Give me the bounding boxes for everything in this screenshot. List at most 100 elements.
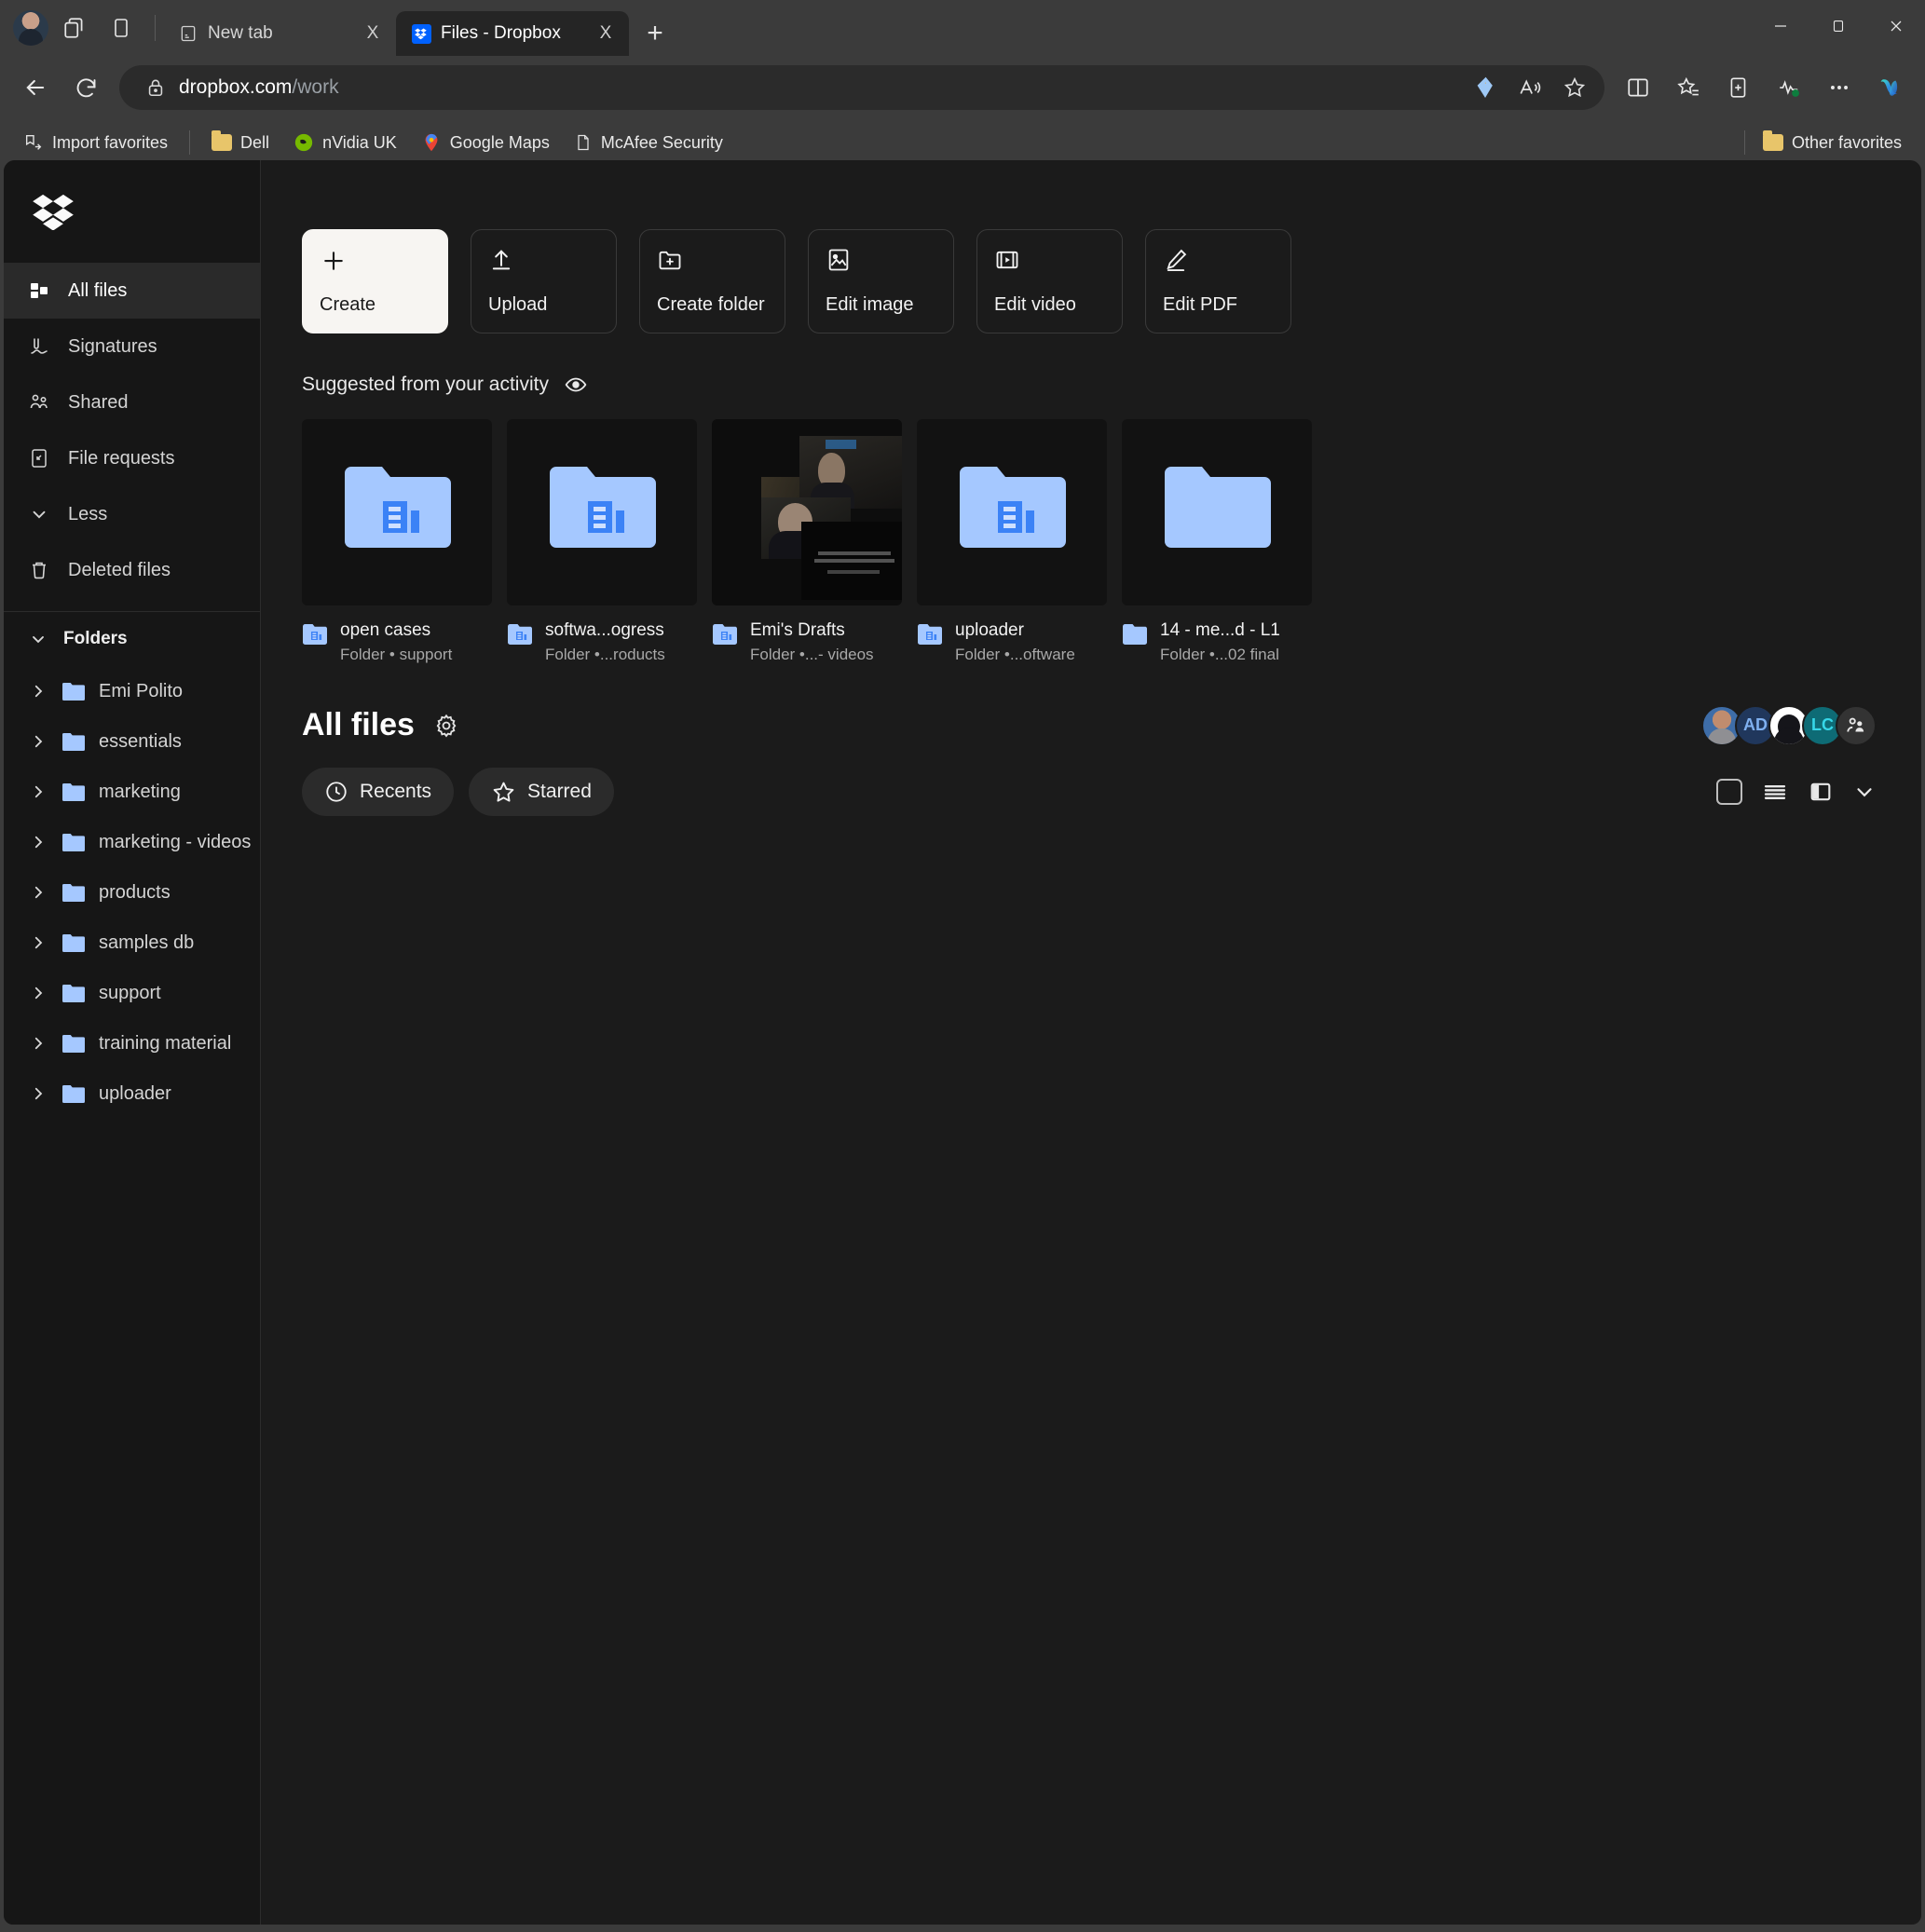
- chevron-right-icon[interactable]: [28, 1085, 48, 1102]
- upload-button[interactable]: Upload: [471, 229, 617, 333]
- sidebar-item-all-files[interactable]: All files: [4, 263, 260, 319]
- create-button[interactable]: Create: [302, 229, 448, 333]
- collections-add-icon[interactable]: [1716, 65, 1761, 110]
- sidebar-folder-item[interactable]: samples db: [4, 918, 260, 968]
- minimize-button[interactable]: [1752, 0, 1809, 52]
- split-screen-icon[interactable]: [101, 7, 142, 48]
- sidebar-item-signatures[interactable]: Signatures: [4, 319, 260, 374]
- sidebar-folder-item[interactable]: essentials: [4, 716, 260, 767]
- edit-pdf-button[interactable]: Edit PDF: [1145, 229, 1291, 333]
- favorites-list-icon[interactable]: [1666, 65, 1711, 110]
- plain-folder-icon: [1122, 620, 1148, 650]
- sidebar-folder-item[interactable]: products: [4, 867, 260, 918]
- suggested-card[interactable]: Emi's Drafts Folder •...- videos: [712, 419, 902, 664]
- chevron-right-icon[interactable]: [28, 783, 48, 800]
- bookmark-label: nVidia UK: [322, 132, 397, 152]
- split-screen-icon[interactable]: [1616, 65, 1660, 110]
- tab-collections-icon[interactable]: [54, 7, 95, 48]
- profile-avatar[interactable]: [13, 10, 48, 46]
- chevron-down-icon[interactable]: [1852, 780, 1877, 804]
- edit-video-button[interactable]: Edit video: [976, 229, 1123, 333]
- suggested-card[interactable]: softwa...ogress Folder •...roducts: [507, 419, 697, 664]
- chevron-right-icon[interactable]: [28, 733, 48, 750]
- chevron-right-icon[interactable]: [28, 683, 48, 700]
- create-folder-button[interactable]: Create folder: [639, 229, 785, 333]
- folder-icon: [61, 1033, 86, 1054]
- folder-label: training material: [99, 1032, 232, 1054]
- edit-image-button[interactable]: Edit image: [808, 229, 954, 333]
- address-bar[interactable]: dropbox.com/work: [119, 65, 1604, 110]
- folder-icon: [61, 882, 86, 903]
- reload-icon[interactable]: [63, 65, 108, 110]
- folder-icon: [212, 130, 233, 151]
- add-people-icon[interactable]: [1836, 704, 1877, 746]
- suggested-card[interactable]: open cases Folder • support: [302, 419, 492, 664]
- video-preview: [712, 419, 902, 605]
- sidebar-item-label: Signatures: [68, 335, 157, 357]
- filter-label: Recents: [360, 781, 432, 802]
- card-thumbnail: [302, 419, 492, 605]
- sidebar-folder-item[interactable]: uploader: [4, 1068, 260, 1119]
- suggested-card[interactable]: uploader Folder •...oftware: [917, 419, 1107, 664]
- eye-icon[interactable]: [564, 373, 588, 397]
- list-view-icon[interactable]: [1761, 779, 1789, 805]
- browser-essentials-icon[interactable]: [1767, 65, 1811, 110]
- card-subtitle: Folder • support: [340, 646, 453, 663]
- chevron-right-icon[interactable]: [28, 884, 48, 901]
- grid-view-icon[interactable]: [1716, 779, 1742, 805]
- card-name: 14 - me...d - L1: [1160, 620, 1280, 640]
- favorite-star-icon[interactable]: [1554, 67, 1595, 108]
- close-icon[interactable]: X: [361, 21, 385, 46]
- split-panel-icon[interactable]: [1808, 779, 1834, 805]
- chevron-right-icon[interactable]: [28, 1035, 48, 1052]
- folder-icon: [1762, 130, 1783, 151]
- filter-recents[interactable]: Recents: [302, 768, 455, 816]
- sidebar-folders-header[interactable]: Folders: [4, 612, 260, 666]
- sidebar-item-shared[interactable]: Shared: [4, 374, 260, 430]
- sidebar-folder-item[interactable]: training material: [4, 1018, 260, 1068]
- card-subtitle: Folder •...roducts: [545, 646, 665, 663]
- sidebar-item-less[interactable]: Less: [4, 486, 260, 542]
- bookmark-import-favorites[interactable]: Import favorites: [13, 125, 178, 160]
- gear-icon[interactable]: [433, 713, 459, 739]
- sidebar-folder-item[interactable]: marketing - videos: [4, 817, 260, 867]
- folder-icon: [61, 832, 86, 852]
- chevron-right-icon[interactable]: [28, 934, 48, 951]
- chevron-right-icon[interactable]: [28, 985, 48, 1001]
- sidebar-item-deleted-files[interactable]: Deleted files: [4, 542, 260, 598]
- read-aloud-icon[interactable]: [1509, 67, 1550, 108]
- filter-starred[interactable]: Starred: [469, 768, 614, 816]
- sidebar-item-label: Less: [68, 503, 108, 524]
- sidebar-item-file-requests[interactable]: File requests: [4, 430, 260, 486]
- close-icon[interactable]: X: [594, 21, 618, 46]
- file-request-icon: [27, 446, 51, 470]
- dropbox-logo[interactable]: [4, 160, 260, 263]
- bookmark-mcafee-security[interactable]: McAfee Security: [564, 125, 733, 160]
- back-icon[interactable]: [13, 65, 58, 110]
- bookmark-google-maps[interactable]: Google Maps: [411, 125, 560, 160]
- suggested-card[interactable]: 14 - me...d - L1 Folder •...02 final: [1122, 419, 1312, 664]
- maximize-button[interactable]: [1809, 0, 1867, 52]
- browser-tab-files-dropbox[interactable]: Files - Dropbox X: [396, 11, 629, 56]
- card-thumbnail: [917, 419, 1107, 605]
- sidebar-folder-item[interactable]: support: [4, 968, 260, 1018]
- sidebar-folder-item[interactable]: marketing: [4, 767, 260, 817]
- folder-icon: [61, 932, 86, 953]
- bookmark-nvidia-uk[interactable]: nVidia UK: [283, 125, 407, 160]
- chevron-right-icon[interactable]: [28, 834, 48, 850]
- browser-tab-new-tab[interactable]: New tab X: [163, 11, 396, 56]
- new-tab-button[interactable]: +: [636, 15, 674, 52]
- url-path: /work: [292, 76, 339, 98]
- import-favorites-icon: [23, 132, 44, 153]
- view-controls: [1716, 779, 1877, 805]
- sidebar-folder-item[interactable]: Emi Polito: [4, 666, 260, 716]
- card-subtitle: Folder •...02 final: [1160, 646, 1279, 663]
- bookmark-dell[interactable]: Dell: [201, 125, 280, 160]
- copilot-icon[interactable]: [1867, 65, 1912, 110]
- sidebar-item-label: Deleted files: [68, 559, 171, 580]
- filter-tabs-row: Recents Starred: [302, 768, 1921, 816]
- close-button[interactable]: [1867, 0, 1925, 52]
- shopping-tag-icon[interactable]: [1465, 67, 1506, 108]
- bookmark-other-favorites[interactable]: Other favorites: [1753, 125, 1912, 160]
- more-options-icon[interactable]: [1817, 65, 1862, 110]
